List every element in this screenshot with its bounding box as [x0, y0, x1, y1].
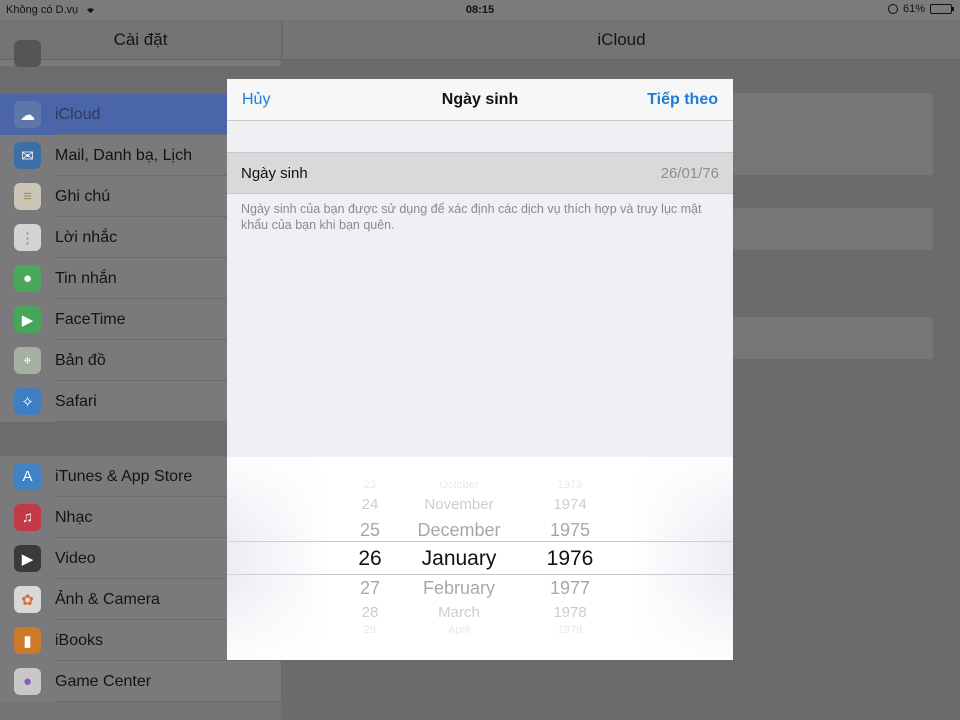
cloud-icon: ☁ [14, 101, 41, 128]
sidebar-item-label: Bản đồ [55, 351, 106, 369]
birthday-label: Ngày sinh [241, 165, 308, 182]
day-option[interactable]: 28 [345, 604, 395, 621]
year-wheel[interactable]: 1973 1974 1975 1976 1977 1978 1979 [535, 457, 605, 660]
background-group [733, 317, 933, 359]
month-option[interactable]: March [405, 604, 513, 621]
day-option[interactable]: 27 [345, 578, 395, 599]
year-option[interactable]: 1977 [535, 578, 605, 599]
month-option[interactable]: January [405, 547, 513, 571]
messages-icon: ● [14, 265, 41, 292]
day-option[interactable]: 26 [345, 547, 395, 571]
mail-icon: ✉ [14, 142, 41, 169]
sidebar-item-label: Mail, Danh bạ, Lịch [55, 146, 192, 164]
sidebar-item-label: Ảnh & Camera [55, 590, 160, 608]
sidebar-item-label: Safari [55, 392, 97, 410]
notes-icon: ≡ [14, 183, 41, 210]
status-bar: Không có D.vụ 08:15 61% [0, 0, 960, 20]
day-option[interactable]: 29 [345, 624, 395, 636]
month-option[interactable]: October [405, 479, 513, 491]
sidebar-item-label: Tin nhắn [55, 269, 117, 287]
partial-cell-top [0, 40, 281, 67]
status-time: 08:15 [465, 4, 495, 16]
day-option[interactable]: 23 [345, 479, 395, 491]
birthday-value: 26/01/76 [660, 165, 719, 182]
ibooks-icon: ▮ [14, 627, 41, 654]
sidebar-item-label: Lời nhắc [55, 228, 118, 246]
background-group [733, 93, 933, 175]
month-option[interactable]: February [405, 578, 513, 599]
month-wheel[interactable]: October November December January February Ma… [405, 457, 513, 660]
month-option[interactable]: December [405, 520, 513, 541]
sidebar-item-label: iCloud [55, 105, 101, 123]
music-icon: ♫ [14, 504, 41, 531]
sidebar-item-label: FaceTime [55, 310, 126, 328]
status-right: 61% [887, 3, 954, 15]
safari-icon: ✧ [14, 388, 41, 415]
year-option[interactable]: 1979 [535, 624, 605, 636]
modal-navbar: Hủy Ngày sinh Tiếp theo [227, 79, 733, 121]
maps-icon: ⌖ [14, 347, 41, 374]
background-group [733, 208, 933, 250]
birthday-row[interactable]: Ngày sinh 26/01/76 [227, 152, 733, 194]
video-icon: ▶ [14, 545, 41, 572]
game-center-icon: ● [14, 668, 41, 695]
general-icon [14, 40, 41, 67]
sidebar-item-label: iBooks [55, 631, 104, 649]
sidebar-item-label: Video [55, 549, 96, 567]
reminders-icon: ⋮ [14, 224, 41, 251]
sidebar-item[interactable]: ● Game Center [0, 661, 281, 702]
year-option[interactable]: 1978 [535, 604, 605, 621]
sidebar-item-label: Ghi chú [55, 187, 111, 205]
sidebar-item-label: iTunes & App Store [55, 467, 193, 485]
day-option[interactable]: 24 [345, 496, 395, 513]
facetime-icon: ▶ [14, 306, 41, 333]
panel-title: iCloud [283, 20, 960, 60]
year-option[interactable]: 1973 [535, 479, 605, 491]
sidebar-title: Cài đặt [0, 20, 281, 60]
sidebar-item-label: Nhạc [55, 508, 93, 526]
birthday-footnote: Ngày sinh của bạn được sử dụng để xác đị… [241, 202, 702, 232]
sidebar-item-label: Game Center [55, 672, 152, 690]
year-option[interactable]: 1975 [535, 520, 605, 541]
day-wheel[interactable]: 23 24 25 26 27 28 29 [345, 457, 395, 660]
date-picker[interactable]: 23 24 25 26 27 28 29 October November December Ja… [227, 457, 733, 660]
app-store-icon: A [14, 463, 41, 490]
battery-percent: 61% [902, 3, 925, 15]
cell-separator [55, 701, 281, 702]
battery-icon [930, 4, 954, 14]
year-option[interactable]: 1974 [535, 496, 605, 513]
next-button[interactable]: Tiếp theo [647, 91, 718, 109]
month-option[interactable]: April [405, 624, 513, 636]
rotation-lock-icon [887, 4, 898, 14]
photos-icon: ✿ [14, 586, 41, 613]
birthday-modal: Hủy Ngày sinh Tiếp theo Ngày sinh 26/01/… [227, 79, 733, 660]
day-option[interactable]: 25 [345, 520, 395, 541]
year-option[interactable]: 1976 [535, 547, 605, 571]
month-option[interactable]: November [405, 496, 513, 513]
